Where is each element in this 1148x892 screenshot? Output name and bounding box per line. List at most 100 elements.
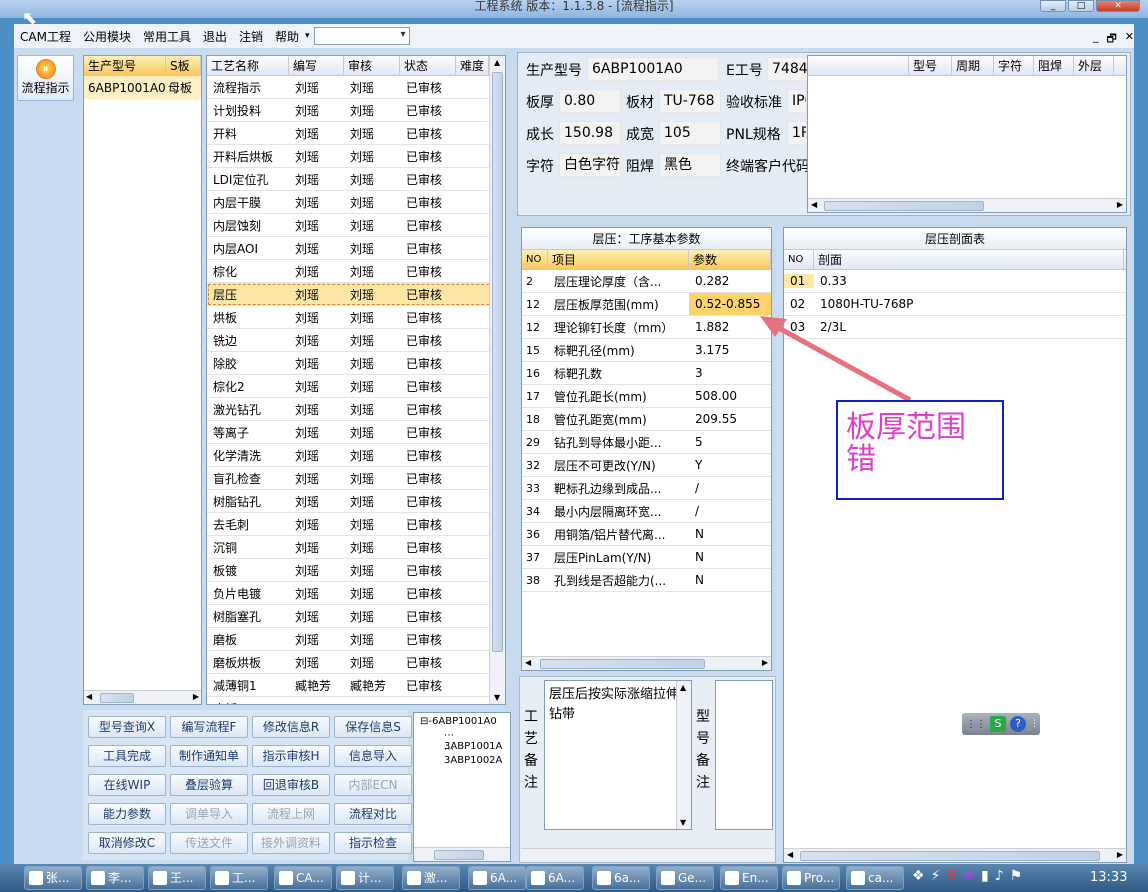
menu-tools[interactable]: 常用工具 — [143, 28, 191, 45]
scroll-thumb[interactable] — [540, 659, 705, 669]
col-author[interactable]: 编写 — [289, 56, 344, 75]
field-thickness[interactable]: 0.80 — [559, 89, 621, 113]
table-row[interactable]: 减薄铜1 臧艳芳 臧艳芳 已审核 — [207, 674, 505, 697]
col-model[interactable]: 型号 — [908, 56, 952, 75]
action-button[interactable]: 制作通知单 — [170, 745, 248, 767]
model-row[interactable]: 6ABP1001A0 母板 — [84, 76, 201, 99]
action-button[interactable]: 修改信息R — [252, 716, 330, 738]
table-row[interactable]: 负片电镀 刘瑶 刘瑶 已审核 — [207, 582, 505, 605]
param-row[interactable]: 32 层压不可更改(Y/N) Y — [522, 454, 771, 477]
mdi-minimize-button[interactable]: _ — [1093, 30, 1099, 49]
col-param[interactable]: 参数 — [689, 250, 771, 269]
scroll-up-icon[interactable]: ▲ — [680, 683, 686, 692]
table-row[interactable]: 层压 刘瑶 刘瑶 已审核 — [207, 283, 505, 306]
taskbar-item[interactable]: 王... — [148, 866, 206, 890]
tree-root[interactable]: ⊟-6ABP1001A0 — [420, 716, 497, 727]
field-material[interactable]: TU-768 — [659, 89, 721, 113]
taskbar-item[interactable]: CA... — [274, 866, 332, 890]
menu-public[interactable]: 公用模块 — [83, 28, 131, 45]
taskbar-item[interactable]: 张... — [24, 866, 82, 890]
app-icon[interactable]: ❖ — [912, 868, 925, 884]
notes-hscroll[interactable] — [521, 848, 774, 860]
process-vscroll[interactable]: ▲ ▼ — [489, 56, 505, 704]
maximize-button[interactable]: □ — [1068, 0, 1094, 12]
table-row[interactable]: 盲孔检查 刘瑶 刘瑶 已审核 — [207, 467, 505, 490]
scroll-up-icon[interactable]: ▲ — [494, 58, 500, 67]
table-row[interactable]: 棕化 刘瑶 刘瑶 已审核 — [207, 260, 505, 283]
taskbar-item[interactable]: ca... — [846, 866, 904, 890]
menu-exit[interactable]: 退出 — [203, 28, 227, 45]
stackup-hscroll[interactable]: ◀ ▶ — [784, 848, 1126, 862]
field-model[interactable]: 6ABP1001A0 — [587, 57, 719, 81]
action-button[interactable]: 型号查询X — [88, 716, 166, 738]
action-button[interactable]: 在线WIP — [88, 774, 166, 796]
action-button[interactable]: 编写流程F — [170, 716, 248, 738]
minimize-button[interactable]: _ — [1040, 0, 1066, 12]
close-button[interactable]: ✕ — [1096, 0, 1140, 12]
col-sboard[interactable]: S板 — [166, 56, 201, 75]
table-row[interactable]: 树脂钻孔 刘瑶 刘瑶 已审核 — [207, 490, 505, 513]
param-row[interactable]: 17 管位孔距长(mm) 508.00 — [522, 385, 771, 408]
param-row[interactable]: 15 标靶孔径(mm) 3.175 — [522, 339, 771, 362]
battery-icon[interactable]: ▮ — [981, 868, 989, 884]
table-row[interactable]: 计划投料 刘瑶 刘瑶 已审核 — [207, 99, 505, 122]
table-row[interactable]: 棕化2 刘瑶 刘瑶 已审核 — [207, 375, 505, 398]
table-row[interactable]: 磨板烘板 刘瑶 刘瑶 已审核 — [207, 651, 505, 674]
col-status[interactable]: 状态 — [400, 56, 456, 75]
table-row[interactable]: 磨板2 — [207, 697, 505, 705]
taskbar-item[interactable]: Ge... — [656, 866, 714, 890]
table-row[interactable]: 磨板 刘瑶 刘瑶 已审核 — [207, 628, 505, 651]
table-row[interactable]: 去毛刺 刘瑶 刘瑶 已审核 — [207, 513, 505, 536]
col-char[interactable]: 字符 — [994, 56, 1034, 75]
param-row[interactable]: 12 层压板厚范围(mm) 0.52-0.855 — [522, 293, 771, 316]
scroll-down-icon[interactable]: ▼ — [494, 693, 500, 702]
scroll-down-icon[interactable]: ▼ — [680, 818, 686, 827]
table-row[interactable]: 化学清洗 刘瑶 刘瑶 已审核 — [207, 444, 505, 467]
param-row[interactable]: 34 最小内层隔离环宽... / — [522, 500, 771, 523]
table-row[interactable]: 内层蚀刻 刘瑶 刘瑶 已审核 — [207, 214, 505, 237]
col-mask[interactable]: 阻焊 — [1034, 56, 1074, 75]
menu-logout[interactable]: 注销 — [239, 28, 263, 45]
params-hscroll[interactable]: ◀ ▶ — [522, 656, 771, 670]
param-row[interactable]: 36 用铜箔/铝片替代离... N — [522, 523, 771, 546]
action-button[interactable]: 叠层验算 — [170, 774, 248, 796]
param-row[interactable]: 2 层压理论厚度（含... 0.282 — [522, 270, 771, 293]
action-button[interactable]: 保存信息S — [334, 716, 412, 738]
param-row[interactable]: 37 层压PinLam(Y/N) N — [522, 546, 771, 569]
col-section[interactable]: 剖面 — [814, 250, 1124, 269]
table-row[interactable]: 烘板 刘瑶 刘瑶 已审核 — [207, 306, 505, 329]
flag-icon[interactable]: ⚑ — [1010, 868, 1023, 884]
param-row[interactable]: 38 孔到线是否超能力(... N — [522, 569, 771, 592]
process-note-text[interactable]: 层压后按实际涨缩拉伸钻带 — [544, 680, 692, 830]
scroll-thumb[interactable] — [100, 693, 134, 703]
cross-icon[interactable]: ✕ — [963, 868, 975, 884]
field-length[interactable]: 150.98 — [559, 121, 621, 145]
tree-child[interactable]: ⋯3ABP1002A — [444, 744, 510, 766]
action-button[interactable]: 回退审核B — [252, 774, 330, 796]
action-button[interactable]: 流程上网 — [252, 803, 330, 825]
model-list-hscroll[interactable]: ◀ ▶ — [84, 690, 201, 704]
taskbar-item[interactable]: 李... — [86, 866, 144, 890]
model-note-text[interactable] — [715, 680, 773, 830]
col-reviewer[interactable]: 审核 — [344, 56, 400, 75]
table-row[interactable]: 内层干膜 刘瑶 刘瑶 已审核 — [207, 191, 505, 214]
param-row[interactable]: 16 标靶孔数 3 — [522, 362, 771, 385]
scroll-right-icon[interactable]: ▶ — [1117, 200, 1123, 209]
table-row[interactable]: LDI定位孔 刘瑶 刘瑶 已审核 — [207, 168, 505, 191]
col-cycle[interactable]: 周期 — [952, 56, 994, 75]
table-row[interactable]: 激光钻孔 刘瑶 刘瑶 已审核 — [207, 398, 505, 421]
action-button[interactable]: 传送文件 — [170, 832, 248, 854]
field-mask[interactable]: 黑色 — [659, 153, 721, 177]
g-icon[interactable]: G — [946, 868, 957, 884]
taskbar-item[interactable]: Pro... — [782, 866, 840, 890]
col-process[interactable]: 工艺名称 — [207, 56, 289, 75]
scroll-left-icon[interactable]: ◀ — [811, 200, 817, 209]
action-button[interactable]: 信息导入 — [334, 745, 412, 767]
mdi-restore-button[interactable]: 🗗 — [1106, 30, 1116, 49]
table-row[interactable]: 板镀 刘瑶 刘瑶 已审核 — [207, 559, 505, 582]
scroll-left-icon[interactable]: ◀ — [525, 658, 531, 667]
action-button[interactable]: 指示检查 — [334, 832, 412, 854]
param-row[interactable]: 12 理论铆钉长度（mm） 1.882 — [522, 316, 771, 339]
field-width[interactable]: 105 — [659, 121, 721, 145]
action-button[interactable]: 工具完成 — [88, 745, 166, 767]
